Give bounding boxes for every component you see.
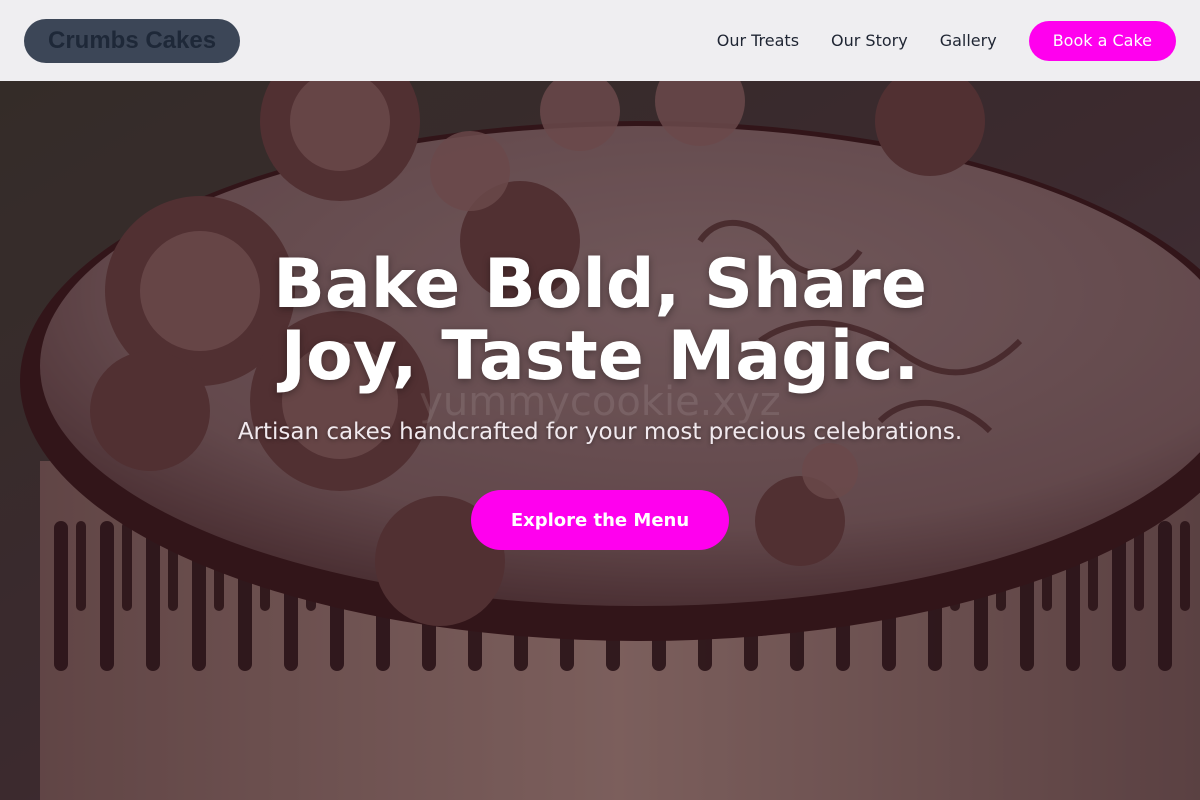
main-nav: Our Treats Our Story Gallery Book a Cake [685, 20, 1176, 61]
hero-content: Bake Bold, Share Joy, Taste Magic. yummy… [0, 81, 1200, 800]
hero-subtitle: Artisan cakes handcrafted for your most … [237, 419, 963, 445]
explore-menu-button[interactable]: Explore the Menu [471, 490, 729, 550]
hero-section: Bake Bold, Share Joy, Taste Magic. yummy… [0, 81, 1200, 800]
nav-link-our-story[interactable]: Our Story [831, 31, 908, 50]
book-a-cake-button[interactable]: Book a Cake [1028, 20, 1176, 61]
hero-title: Bake Bold, Share Joy, Taste Magic. [273, 245, 927, 396]
nav-link-gallery[interactable]: Gallery [940, 31, 997, 50]
site-logo[interactable]: Crumbs Cakes [24, 18, 241, 63]
nav-link-our-treats[interactable]: Our Treats [717, 31, 799, 50]
site-header: Crumbs Cakes Our Treats Our Story Galler… [0, 0, 1200, 81]
landing-page: Crumbs Cakes Our Treats Our Story Galler… [0, 0, 1200, 800]
